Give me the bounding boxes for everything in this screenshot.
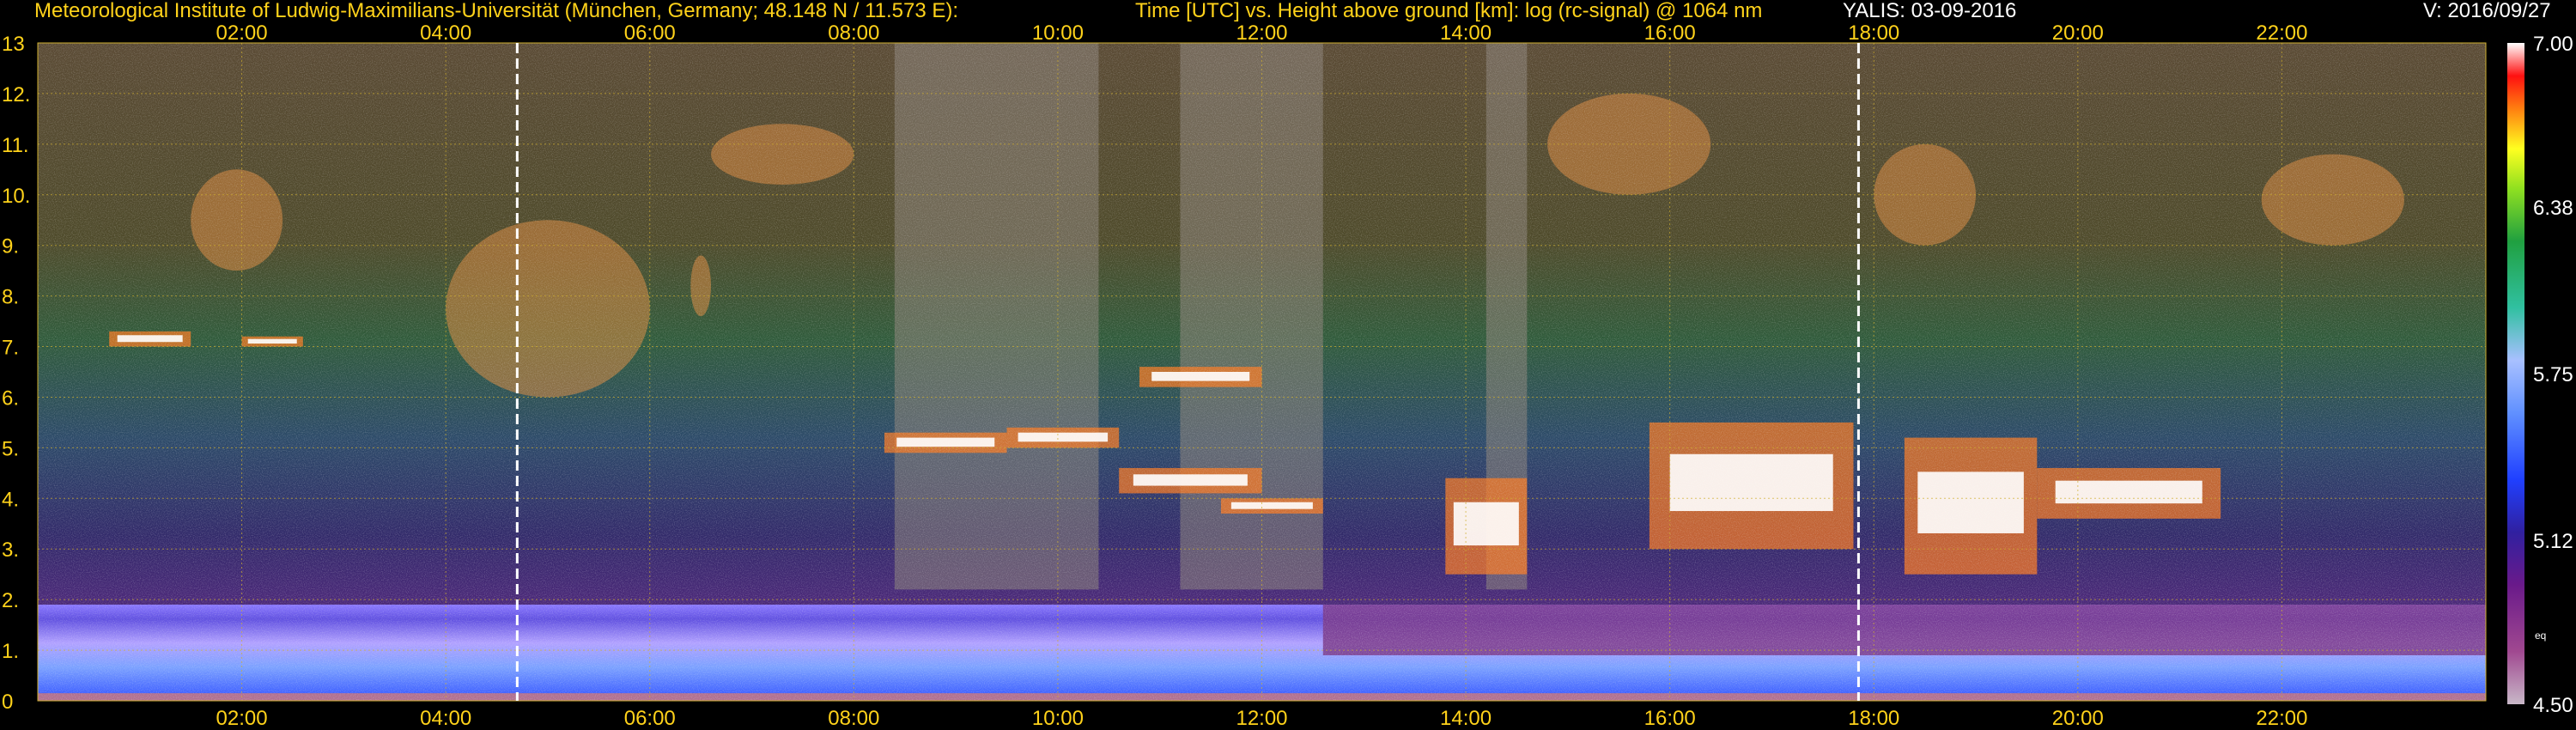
y-tick-label: 13 [2,33,25,56]
y-tick-label: 6. [2,386,19,410]
x-tick-label-top: 10:00 [1032,21,1084,45]
x-tick-label-bottom: 18:00 [1848,707,1899,730]
x-tick-label-bottom: 12:00 [1236,707,1287,730]
y-tick-label: 12. [2,83,30,106]
x-axis-bottom-tick-labels: 02:00 04:00 06:00 08:00 10:00 12:00 14:00 16:00… [216,707,2308,730]
colorbar-tick-label: 6.38 [2533,197,2573,220]
x-tick-label-top: 20:00 [2052,21,2104,45]
y-tick-label: 9. [2,235,19,259]
colorbar-tick-label: 7.00 [2533,33,2573,56]
x-tick-label-bottom: 22:00 [2256,707,2307,730]
x-axis-top-tick-labels: 02:00 04:00 06:00 08:00 10:00 12:00 14:00 16:00… [216,21,2308,45]
x-tick-label-top: 18:00 [1848,21,1899,45]
y-tick-label: 4. [2,488,19,511]
x-tick-label-bottom: 04:00 [420,707,471,730]
lidar-chart: 0 1. 2. 3. 4. 5. 6. 7. 8. 9. 10. 11. 12. 13 02:00 04:0… [2,21,2573,730]
colorbar-tick-label: 4.50 [2533,694,2573,717]
y-tick-label: 1. [2,640,19,663]
x-tick-label-top: 22:00 [2256,21,2307,45]
x-tick-label-top: 08:00 [828,21,879,45]
y-tick-label: 7. [2,337,19,360]
y-tick-label: 0 [2,690,13,714]
x-tick-label-bottom: 16:00 [1644,707,1696,730]
colorbar: 7.00 6.38 5.75 5.12 4.50 eq [2507,33,2573,717]
y-tick-label: 10. [2,185,30,208]
colorbar-tick-label: 5.12 [2533,530,2573,553]
y-axis-tick-labels: 0 1. 2. 3. 4. 5. 6. 7. 8. 9. 10. 11. 12. 13 [2,33,30,714]
x-tick-label-top: 04:00 [420,21,471,45]
colorbar-scale [2507,43,2524,704]
colorbar-note: eq [2535,630,2546,642]
y-tick-label: 3. [2,538,19,562]
x-tick-label-bottom: 10:00 [1032,707,1084,730]
x-tick-label-top: 12:00 [1236,21,1287,45]
y-tick-label: 5. [2,437,19,460]
colorbar-tick-label: 5.75 [2533,363,2573,386]
x-tick-label-bottom: 06:00 [624,707,676,730]
y-tick-label: 2. [2,589,19,612]
x-tick-label-bottom: 02:00 [216,707,268,730]
x-tick-label-bottom: 14:00 [1440,707,1492,730]
y-tick-label: 8. [2,286,19,309]
x-tick-label-top: 14:00 [1440,21,1492,45]
x-tick-label-top: 06:00 [624,21,676,45]
x-tick-label-bottom: 08:00 [828,707,879,730]
x-tick-label-top: 16:00 [1644,21,1696,45]
x-tick-label-top: 02:00 [216,21,268,45]
x-tick-label-bottom: 20:00 [2052,707,2104,730]
y-tick-label: 11. [2,134,29,157]
